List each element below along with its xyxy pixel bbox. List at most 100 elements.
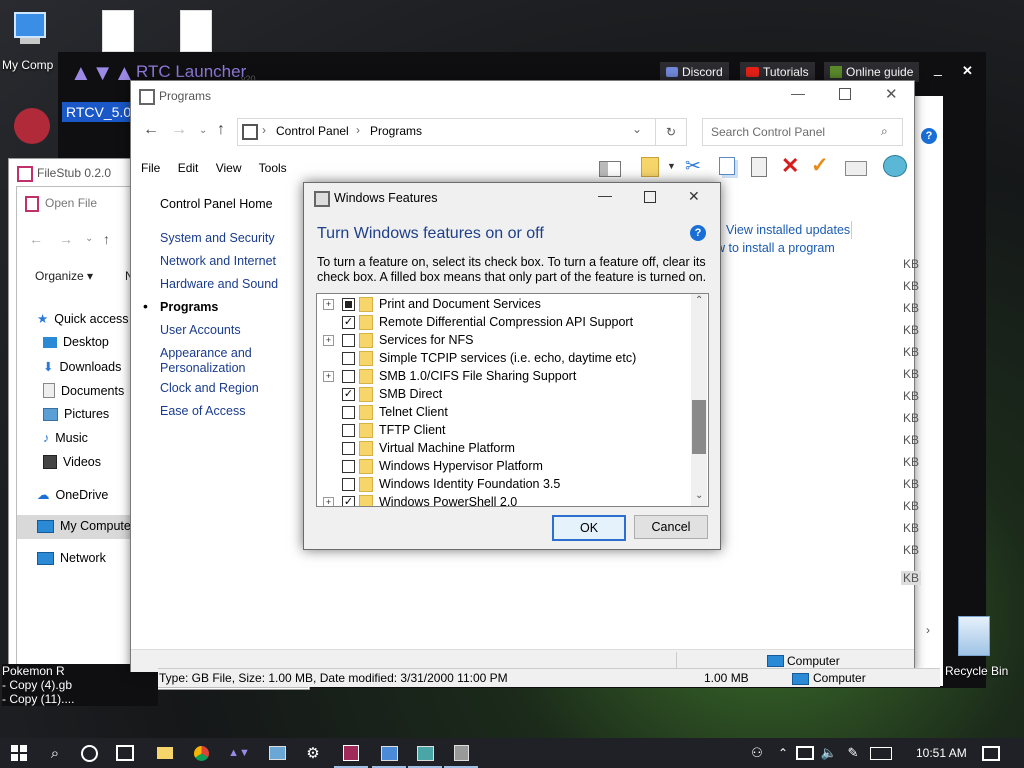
feature-checkbox[interactable] [342, 477, 355, 491]
feature-checkbox[interactable]: ✓ [342, 387, 355, 401]
expand-icon[interactable]: + [323, 496, 334, 506]
view-installed-updates-link[interactable]: View installed updates [726, 223, 850, 237]
feature-row[interactable]: ✓ Remote Differential Compression API Sup… [317, 313, 692, 331]
features-taskbar-icon-2[interactable] [444, 742, 478, 768]
nav-onedrive[interactable]: ☁ OneDrive [37, 487, 108, 503]
file-explorer-icon[interactable] [154, 742, 176, 764]
address-bar[interactable]: › Control Panel › Programs ⌄ [237, 118, 656, 146]
forward-arrow-icon[interactable]: → [171, 121, 187, 139]
feature-checkbox[interactable] [342, 297, 355, 311]
feature-checkbox[interactable] [342, 333, 355, 347]
scroll-down-icon[interactable]: ⌄ [695, 490, 703, 501]
recent-dropdown-icon[interactable]: ⌄ [199, 125, 207, 136]
sidebar-clock-region[interactable]: Clock and Region [160, 381, 259, 395]
feature-checkbox[interactable] [342, 369, 355, 383]
chevron-down-icon[interactable]: ⌄ [632, 122, 642, 136]
feature-checkbox[interactable]: ✓ [342, 495, 355, 506]
windows-features-taskbar-icon[interactable] [408, 742, 442, 768]
dropdown-arrow-icon[interactable]: ⌄ [85, 233, 93, 244]
nav-videos[interactable]: Videos [43, 455, 101, 469]
forward-arrow-icon[interactable]: → [59, 231, 73, 247]
file-desktop-icon-2[interactable] [180, 10, 212, 52]
nav-documents[interactable]: Documents [43, 383, 124, 398]
windows-start-icon[interactable] [8, 742, 30, 764]
layout-pane-icon[interactable] [599, 161, 621, 177]
nav-music[interactable]: ♪ Music [43, 431, 88, 445]
action-center-icon[interactable] [980, 742, 1002, 764]
menu-view[interactable]: View [216, 161, 242, 175]
filestub-taskbar-icon[interactable] [334, 742, 368, 768]
feature-row[interactable]: Telnet Client [317, 403, 692, 421]
maximize-button[interactable] [644, 191, 656, 203]
app-desktop-icon[interactable] [14, 108, 50, 144]
maximize-button[interactable] [839, 88, 851, 100]
online-guide-button[interactable]: Online guide [824, 62, 920, 82]
features-tree[interactable]: + Print and Document Services ✓ Remote Diff… [316, 293, 709, 507]
expand-icon[interactable]: + [323, 298, 334, 310]
feature-row[interactable]: Virtual Machine Platform [317, 439, 692, 457]
ok-button[interactable]: OK [552, 515, 626, 541]
search-icon[interactable]: ⌕ [44, 742, 66, 764]
feature-row[interactable]: + SMB 1.0/CIFS File Sharing Support [317, 367, 692, 385]
cancel-button[interactable]: Cancel [634, 515, 708, 539]
feature-checkbox[interactable] [342, 405, 355, 419]
close-button[interactable]: ✕ [688, 188, 700, 205]
feature-row[interactable]: Windows Hypervisor Platform [317, 457, 692, 475]
feature-checkbox[interactable] [342, 351, 355, 365]
install-program-link[interactable]: w to install a program [716, 241, 835, 255]
sidebar-appearance[interactable]: Appearance and Personalization [160, 346, 270, 376]
feature-checkbox[interactable] [342, 423, 355, 437]
nav-desktop[interactable]: Desktop [43, 335, 109, 349]
sidebar-hardware-sound[interactable]: Hardware and Sound [160, 277, 278, 291]
minimize-button[interactable]: — [791, 85, 805, 101]
scroll-thumb[interactable] [692, 400, 706, 454]
chrome-icon[interactable] [190, 742, 212, 764]
recycle-bin-desktop-icon[interactable]: Recycle Bin [944, 612, 1020, 682]
menu-file[interactable]: File [141, 161, 160, 175]
sidebar-programs[interactable]: Programs [160, 300, 218, 314]
nav-my-computer[interactable]: My Compute [37, 519, 131, 533]
minimize-button[interactable]: — [598, 187, 612, 203]
rtc-close-button[interactable]: ✕ [962, 63, 973, 79]
feature-row[interactable]: + Print and Document Services [317, 295, 692, 313]
nav-pictures[interactable]: Pictures [43, 407, 109, 421]
sidebar-ease-access[interactable]: Ease of Access [160, 404, 245, 418]
help-icon[interactable]: ? [690, 225, 706, 241]
folder-options-icon[interactable] [641, 157, 659, 177]
breadcrumb-control-panel[interactable]: Control Panel [276, 124, 349, 138]
settings-gear-icon[interactable]: ⚙ [302, 742, 324, 764]
feature-row[interactable]: + Services for NFS [317, 331, 692, 349]
menu-tools[interactable]: Tools [259, 161, 287, 175]
breadcrumb-programs[interactable]: Programs [370, 124, 422, 138]
back-arrow-icon[interactable]: ← [29, 231, 43, 247]
tutorials-button[interactable]: Tutorials [740, 62, 815, 82]
discord-button[interactable]: Discord [660, 62, 729, 82]
up-arrow-icon[interactable]: ↑ [217, 121, 225, 139]
feature-row[interactable]: TFTP Client [317, 421, 692, 439]
properties-icon[interactable] [845, 161, 867, 176]
back-arrow-icon[interactable]: ← [143, 121, 159, 139]
sidebar-control-panel-home[interactable]: Control Panel Home [160, 197, 273, 211]
scrollbar[interactable]: ⌃ ⌄ [691, 294, 707, 506]
nav-network[interactable]: Network [37, 551, 106, 565]
my-computer-desktop-icon[interactable]: My Comp [0, 8, 56, 78]
pen-icon[interactable]: ✎ [842, 742, 864, 764]
expand-icon[interactable]: + [323, 334, 334, 346]
rtcv-label[interactable]: RTCV_5.0 [62, 102, 138, 122]
feature-row[interactable]: + ✓ Windows PowerShell 2.0 [317, 493, 692, 506]
network-tray-icon[interactable] [794, 742, 816, 764]
close-button[interactable]: ✕ [885, 85, 898, 103]
nav-downloads[interactable]: ⬇ Downloads [43, 359, 121, 375]
volume-icon[interactable]: 🔈 [818, 742, 840, 764]
feature-row[interactable]: ✓ SMB Direct [317, 385, 692, 403]
rtc-minimize-button[interactable]: _ [934, 60, 942, 76]
nav-quick-access[interactable]: ★ Quick access [37, 311, 129, 327]
scroll-right-icon[interactable]: › [926, 623, 930, 637]
delete-icon[interactable]: ✕ [781, 153, 799, 179]
feature-row[interactable]: Windows Identity Foundation 3.5 [317, 475, 692, 493]
people-icon[interactable]: ⚇ [746, 742, 768, 764]
scroll-up-icon[interactable]: ⌃ [695, 295, 703, 306]
copy-icon[interactable] [719, 157, 735, 175]
show-hidden-icons-chevron[interactable]: ⌃ [772, 742, 794, 764]
search-control-panel-input[interactable]: Search Control Panel ⌕ [702, 118, 903, 146]
